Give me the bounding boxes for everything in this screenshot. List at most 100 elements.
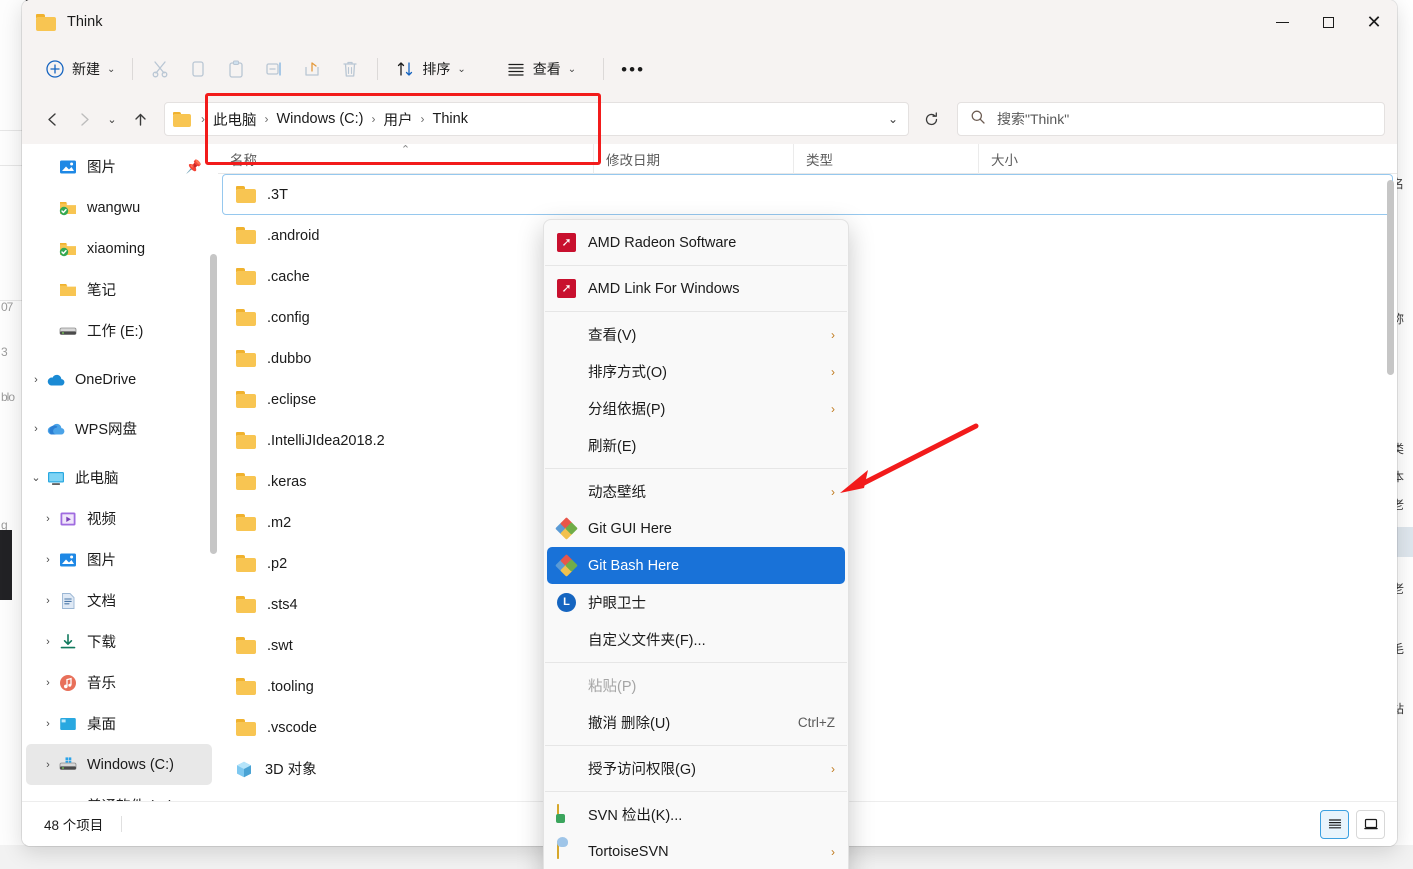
view-button[interactable]: 查看 ⌄	[497, 52, 585, 86]
sidebar-item-downloads[interactable]: › 下载	[26, 621, 212, 662]
column-header-size-label: 大小	[991, 152, 1018, 168]
menu-item-sort-by[interactable]: 排序方式(O) ›	[547, 353, 845, 390]
expander-icon[interactable]: ›	[38, 677, 58, 689]
sidebar-item-label: 图片	[87, 553, 116, 569]
menu-item-eye-care-guard[interactable]: L 护眼卫士	[547, 584, 845, 621]
cut-button[interactable]	[141, 52, 179, 86]
expander-icon[interactable]: ›	[38, 513, 58, 525]
drive-icon	[58, 321, 78, 341]
menu-item-customize-folder[interactable]: 自定义文件夹(F)...	[547, 621, 845, 658]
menu-item-refresh[interactable]: 刷新(E)	[547, 427, 845, 464]
sidebar-item-videos[interactable]: › 视频	[26, 498, 212, 539]
sidebar-item-pictures-quick[interactable]: › 图片 📌	[26, 146, 212, 187]
sidebar-item-notes[interactable]: › 笔记	[26, 269, 212, 310]
sidebar-item-desktop[interactable]: › 桌面	[26, 703, 212, 744]
sidebar-item-documents[interactable]: › 文档	[26, 580, 212, 621]
menu-item-view[interactable]: 查看(V) ›	[547, 316, 845, 353]
large-icons-view-button[interactable]	[1356, 809, 1385, 839]
no-icon	[557, 759, 577, 779]
sidebar-item-music[interactable]: › 音乐	[26, 662, 212, 703]
breadcrumb-segment-this-pc[interactable]: 此电脑	[211, 109, 259, 130]
breadcrumb-segment-users[interactable]: 用户	[382, 109, 415, 130]
sidebar-item-pictures[interactable]: › 图片	[26, 539, 212, 580]
sidebar-item-xiaoming[interactable]: › xiaoming	[26, 228, 212, 269]
breadcrumb-bar[interactable]: › 此电脑 › Windows (C:) › 用户 › Think ⌄	[164, 102, 909, 136]
sidebar-item-this-pc[interactable]: ⌄ 此电脑	[26, 457, 212, 498]
wallpaper-icon	[557, 482, 577, 502]
column-header-date[interactable]: 修改日期	[593, 144, 793, 174]
menu-item-undo-delete[interactable]: 撤消 删除(U) Ctrl+Z	[547, 704, 845, 741]
sidebar-item-work-e[interactable]: › 工作 (E:)	[26, 310, 212, 351]
breadcrumb-dropdown-icon[interactable]: ⌄	[888, 112, 898, 126]
menu-item-dynamic-wallpaper[interactable]: 动态壁纸 ›	[547, 473, 845, 510]
folder-icon	[58, 280, 78, 300]
paste-button[interactable]	[217, 52, 255, 86]
breadcrumb-segment-windows-c[interactable]: Windows (C:)	[275, 111, 366, 127]
expander-icon[interactable]: ›	[38, 595, 58, 607]
sidebar-item-label: OneDrive	[75, 371, 137, 388]
breadcrumb-separator-2[interactable]: ›	[415, 112, 431, 126]
copy-button[interactable]	[179, 52, 217, 86]
folder-sync-icon	[58, 198, 78, 218]
3d-objects-icon	[234, 760, 254, 778]
toolbar-divider	[132, 58, 134, 80]
expander-icon[interactable]: ›	[38, 800, 58, 802]
column-header-size[interactable]: 大小	[978, 144, 1083, 174]
expander-icon[interactable]: ›	[38, 759, 58, 771]
menu-item-grant-access[interactable]: 授予访问权限(G) ›	[547, 750, 845, 787]
sidebar-item-windows-c[interactable]: › Windows (C:)	[26, 744, 212, 785]
search-input[interactable]: 搜索"Think"	[957, 102, 1385, 136]
address-bar-row: ⌄ › 此电脑 › Windows (C:) › 用户 › Think ⌄ 搜索…	[22, 94, 1397, 144]
close-button[interactable]: ✕	[1351, 0, 1397, 44]
rename-button[interactable]	[255, 52, 293, 86]
expander-icon[interactable]: ›	[26, 374, 46, 386]
file-list-scrollbar[interactable]	[1387, 180, 1394, 375]
sidebar-item-onedrive[interactable]: › OneDrive	[26, 359, 212, 400]
column-header-type[interactable]: 类型	[793, 144, 978, 174]
pin-icon[interactable]: 📌	[186, 159, 202, 175]
chevron-down-icon-recent: ⌄	[107, 113, 117, 126]
sidebar-item-wps-cloud[interactable]: › WPS网盘	[26, 408, 212, 449]
expander-icon[interactable]: ›	[26, 423, 46, 435]
menu-item-svn-checkout[interactable]: SVN 检出(K)...	[547, 796, 845, 833]
breadcrumb-separator-1[interactable]: ›	[366, 112, 382, 126]
column-header-name[interactable]: ⌃ 名称	[218, 144, 593, 174]
expander-icon[interactable]: ›	[38, 718, 58, 730]
sidebar-item-software-d[interactable]: › 普通软件 (D:)	[26, 785, 212, 801]
menu-item-git-gui-here[interactable]: Git GUI Here	[547, 510, 845, 547]
expander-icon: ›	[38, 243, 58, 255]
pictures-icon	[58, 550, 78, 570]
menu-item-group-by[interactable]: 分组依据(P) ›	[547, 390, 845, 427]
menu-item-git-bash-here[interactable]: Git Bash Here	[547, 547, 845, 584]
maximize-button[interactable]	[1305, 0, 1351, 44]
folder-icon	[236, 555, 256, 572]
more-options-button[interactable]: •••	[612, 52, 654, 86]
back-button[interactable]	[36, 103, 68, 135]
menu-item-amd-radeon-software[interactable]: ➚ AMD Radeon Software	[547, 224, 845, 261]
breadcrumb-separator-0[interactable]: ›	[259, 112, 275, 126]
expander-icon[interactable]: ›	[38, 636, 58, 648]
delete-button[interactable]	[331, 52, 369, 86]
table-row[interactable]: .3T	[222, 174, 1393, 215]
share-button[interactable]	[293, 52, 331, 86]
sort-button[interactable]: 排序 ⌄	[386, 52, 474, 86]
menu-item-label: 授予访问权限(G)	[588, 762, 696, 778]
menu-item-tortoisesvn[interactable]: TortoiseSVN ›	[547, 833, 845, 869]
refresh-button[interactable]	[915, 103, 947, 135]
minimize-button[interactable]	[1259, 0, 1305, 44]
sidebar-item-wangwu[interactable]: › wangwu	[26, 187, 212, 228]
forward-button[interactable]	[68, 103, 100, 135]
no-icon	[557, 399, 577, 419]
recent-locations-button[interactable]: ⌄	[100, 103, 124, 135]
expander-icon[interactable]: ›	[38, 554, 58, 566]
navigation-sidebar[interactable]: › 图片 📌 › wangwu › xiaoming	[22, 144, 218, 801]
sidebar-scrollbar[interactable]	[210, 254, 217, 554]
file-name: .3T	[267, 186, 288, 203]
menu-item-amd-link-for-windows[interactable]: ➚ AMD Link For Windows	[547, 270, 845, 307]
new-button[interactable]: 新建 ⌄	[36, 52, 124, 86]
view-list-icon	[506, 59, 526, 79]
breadcrumb-segment-think[interactable]: Think	[431, 111, 470, 127]
up-button[interactable]	[124, 103, 156, 135]
details-view-button[interactable]	[1320, 809, 1349, 839]
expander-icon[interactable]: ⌄	[26, 471, 46, 484]
